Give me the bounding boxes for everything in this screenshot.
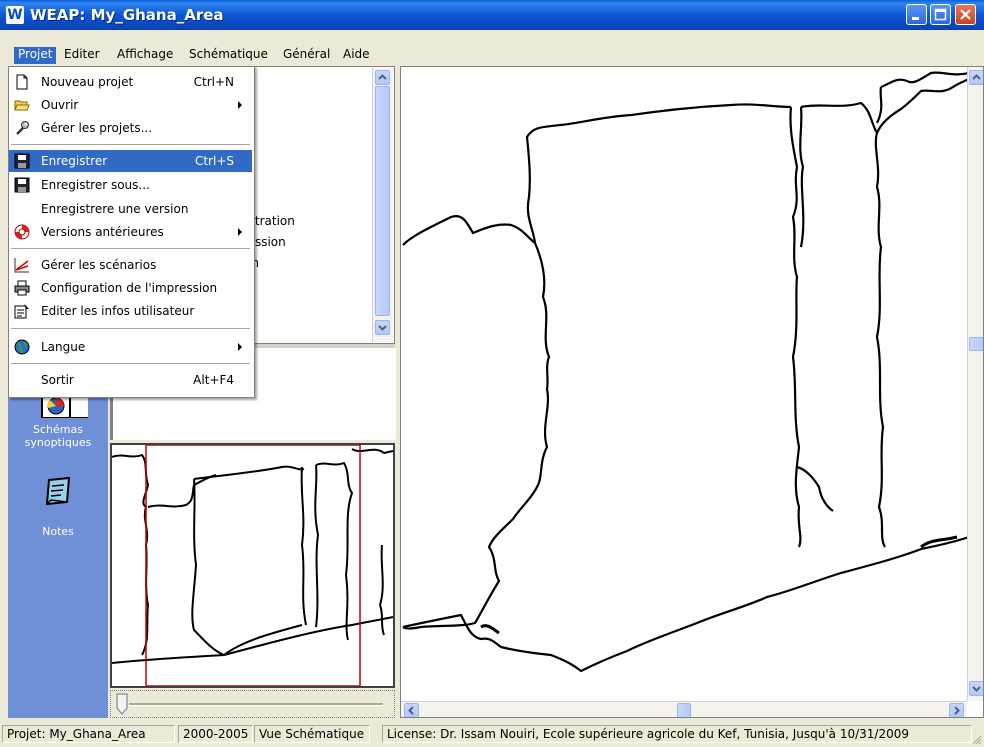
status-project: Projet: My_Ghana_Area: [2, 725, 175, 743]
menu-bar: Projet Editer Affichage Schématique Géné…: [0, 45, 984, 64]
floppy-disk-icon: [14, 153, 30, 169]
menu-schematique[interactable]: Schématique: [185, 47, 272, 64]
minimize-icon: [912, 17, 919, 20]
overview-map-drawing: [112, 445, 393, 686]
overview-map[interactable]: [110, 443, 395, 688]
status-view: Vue Schématique: [254, 725, 370, 743]
scroll-up-arrow[interactable]: [375, 70, 390, 85]
chevron-left-icon: [408, 706, 414, 715]
menu-item-ouvrir[interactable]: Ouvrir: [9, 94, 252, 116]
title-bar: W WEAP: My_Ghana_Area: [0, 0, 984, 30]
resize-grip-icon[interactable]: [972, 735, 982, 745]
floppy-disk-icon: [14, 177, 30, 193]
close-button[interactable]: [955, 4, 976, 25]
maximize-button[interactable]: [930, 4, 951, 25]
map-vertical-thumb[interactable]: [969, 337, 983, 351]
sidebar-label-notes: Notes: [42, 525, 74, 538]
notepad-icon: [45, 476, 71, 506]
menu-item-langue[interactable]: Langue: [9, 336, 252, 358]
chevron-up-icon: [378, 74, 387, 80]
printer-icon: [14, 280, 30, 296]
wrench-icon: [16, 121, 29, 135]
projet-menu: Nouveau projet Ctrl+N Ouvrir Gérer les p…: [8, 66, 255, 398]
menu-item-enregistrer-version[interactable]: Enregistrere une version: [9, 198, 252, 220]
menu-aide[interactable]: Aide: [339, 47, 374, 64]
menu-item-config-impression[interactable]: Configuration de l'impression: [9, 277, 252, 299]
sidebar-label-schemas: Schémas synoptiques: [24, 423, 92, 449]
scroll-down-arrow[interactable]: [375, 320, 390, 335]
menu-projet[interactable]: Projet: [14, 47, 57, 64]
lifebuoy-icon: [14, 224, 30, 240]
globe-icon: [14, 339, 30, 355]
chevron-up-icon: [972, 74, 981, 80]
map-horizontal-scrollbar[interactable]: [401, 701, 967, 717]
menu-separator: [11, 248, 250, 250]
chevron-down-icon: [378, 325, 387, 331]
weap-app-icon[interactable]: W: [6, 6, 24, 24]
schematic-map[interactable]: [400, 66, 984, 718]
menu-separator: [11, 144, 250, 146]
maximize-icon: [934, 8, 947, 21]
menu-affichage[interactable]: Affichage: [113, 47, 177, 64]
sidebar-button-schemas[interactable]: Schémas synoptiques: [12, 392, 104, 449]
menu-item-infos-utilisateur[interactable]: Editer les infos utilisateur: [9, 300, 252, 322]
scroll-thumb[interactable]: [375, 86, 390, 316]
menu-item-enregistrer[interactable]: Enregistrer Ctrl+S: [9, 150, 252, 172]
menu-item-enregistrer-sous[interactable]: Enregistrer sous...: [9, 174, 252, 196]
menu-item-versions-anterieures[interactable]: Versions antérieures: [9, 221, 252, 243]
new-page-icon: [16, 74, 28, 90]
window-title: WEAP: My_Ghana_Area: [30, 6, 224, 24]
menu-editer[interactable]: Editer: [60, 47, 104, 64]
menu-item-sortir[interactable]: Sortir Alt+F4: [9, 369, 252, 391]
submenu-arrow-icon: [238, 101, 242, 109]
tree-scrollbar[interactable]: [372, 68, 393, 342]
chart-line-icon: [14, 258, 29, 273]
map-scroll-left-arrow[interactable]: [404, 703, 419, 717]
menu-separator: [11, 363, 250, 365]
map-vertical-scrollbar[interactable]: [967, 67, 983, 701]
submenu-arrow-icon: [238, 343, 242, 351]
menu-general[interactable]: Général: [279, 47, 334, 64]
map-scroll-up-arrow[interactable]: [969, 70, 983, 85]
chevron-right-icon: [954, 706, 960, 715]
status-license: License: Dr. Issam Nouiri, Ecole supérie…: [382, 725, 972, 743]
status-years: 2000-2005: [178, 725, 253, 743]
submenu-arrow-icon: [238, 228, 242, 236]
menu-separator: [11, 328, 250, 330]
open-folder-icon: [14, 100, 30, 111]
menu-item-nouveau-projet[interactable]: Nouveau projet Ctrl+N: [9, 71, 252, 93]
map-horizontal-thumb[interactable]: [677, 703, 691, 717]
sidebar-button-notes[interactable]: Notes: [12, 474, 104, 538]
ghana-map-outline: [402, 71, 970, 673]
menu-item-gerer-projets[interactable]: Gérer les projets...: [9, 117, 252, 139]
close-icon: [960, 9, 971, 20]
user-info-icon: [14, 304, 29, 319]
menu-item-gerer-scenarios[interactable]: Gérer les scénarios: [9, 254, 252, 276]
slider-handle-icon[interactable]: [115, 692, 129, 716]
chevron-down-icon: [972, 686, 981, 692]
status-bar: Projet: My_Ghana_Area 2000-2005 Vue Sché…: [0, 722, 984, 747]
map-scroll-right-arrow[interactable]: [949, 703, 964, 717]
minimize-button[interactable]: [906, 4, 927, 25]
overview-zoom-slider[interactable]: [110, 690, 395, 718]
map-scroll-down-arrow[interactable]: [969, 681, 983, 696]
